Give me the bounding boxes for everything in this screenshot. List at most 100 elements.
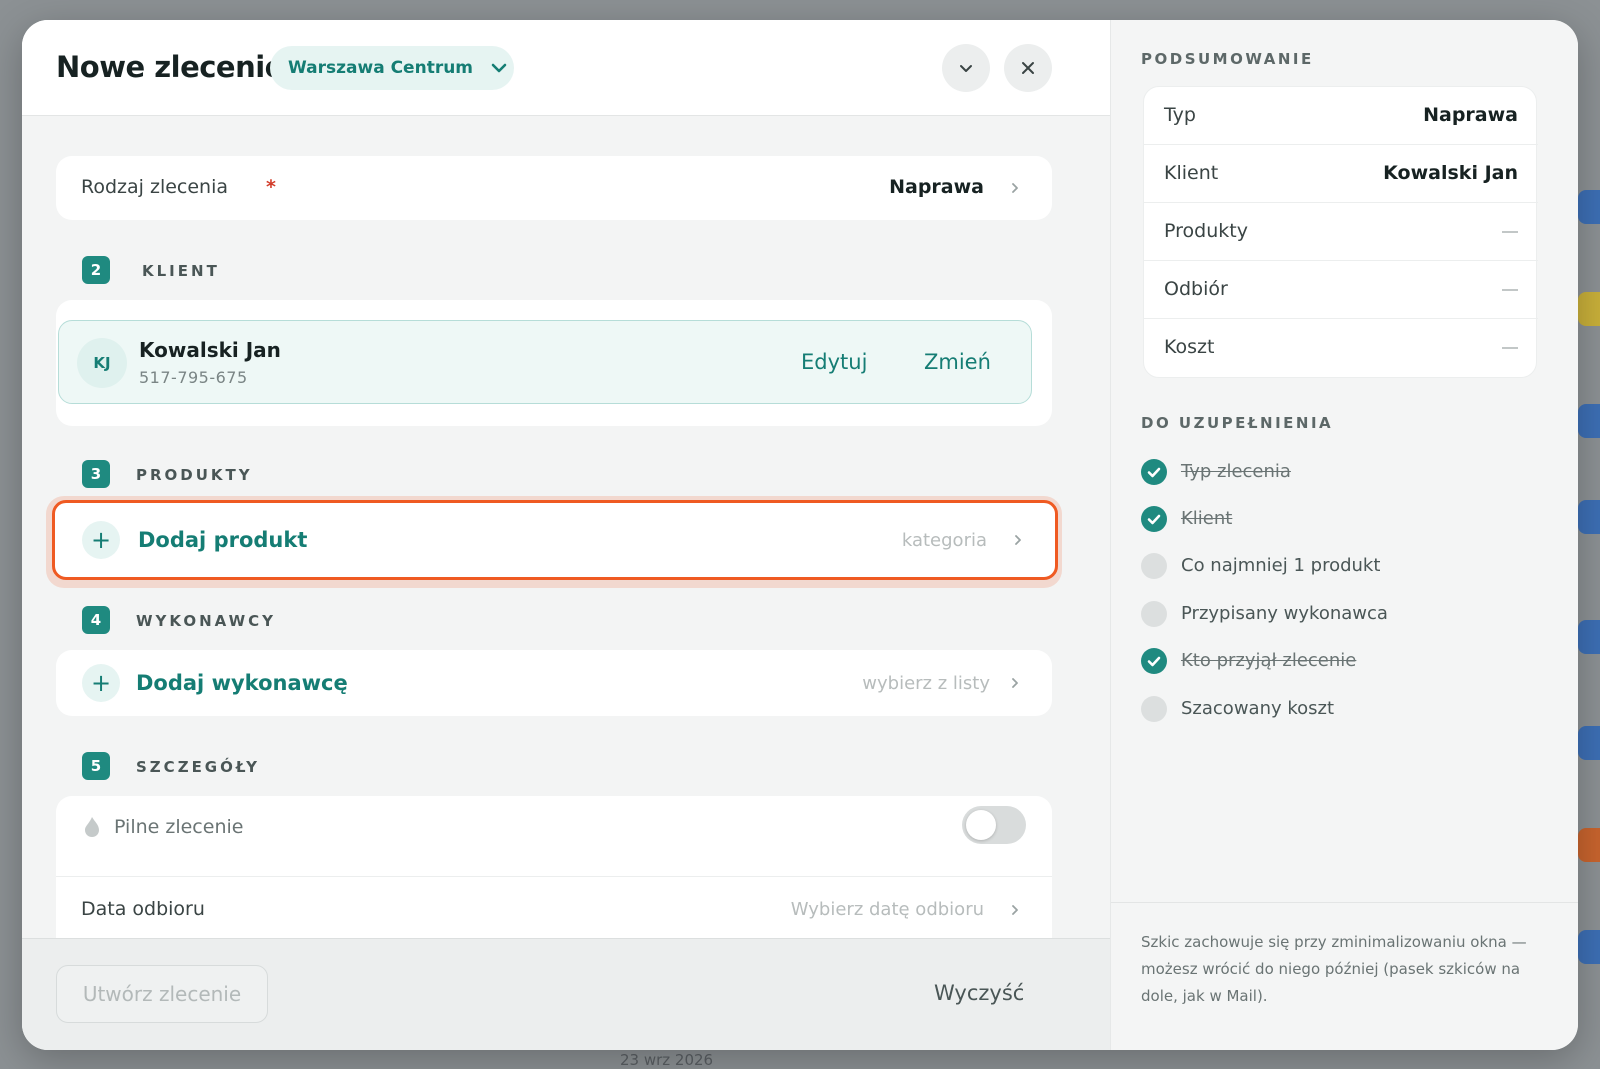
form-panel: Nowe zlecenie Warszawa Centrum Rodzaj zl… <box>22 20 1110 1050</box>
summary-label: Klient <box>1164 162 1219 184</box>
checklist-item: Przypisany wykonawca <box>1141 601 1541 629</box>
pickup-date-label: Data odbioru <box>81 898 205 920</box>
section-title-details: SZCZEGÓŁY <box>136 758 261 776</box>
modal-header: Nowe zlecenie Warszawa Centrum <box>22 20 1110 116</box>
background-tab <box>1578 190 1600 224</box>
summary-row: Koszt <box>1144 319 1538 377</box>
plus-icon: + <box>82 521 120 559</box>
avatar: KJ <box>77 338 127 388</box>
background-tab <box>1578 828 1600 862</box>
urgent-label: Pilne zlecenie <box>114 816 244 838</box>
checklist-label: Klient <box>1181 508 1233 529</box>
section-number-details: 5 <box>82 752 110 780</box>
empty-value-dash <box>1502 347 1518 349</box>
create-order-button[interactable]: Utwórz zlecenie <box>56 965 268 1023</box>
client-name: Kowalski Jan <box>139 338 281 362</box>
summary-heading: PODSUMOWANIE <box>1141 50 1314 68</box>
close-icon <box>1022 62 1034 74</box>
checklist-item: Kto przyjął zlecenie <box>1141 648 1541 676</box>
draft-note: Szkic zachowuje się przy zminimalizowani… <box>1141 933 1527 1005</box>
checklist-item: Typ zlecenia <box>1141 459 1541 487</box>
section-title-products: PRODUKTY <box>136 466 253 484</box>
divider <box>56 876 1052 877</box>
form-scroll-area[interactable]: Rodzaj zlecenia * Naprawa 2 KLIENT KJ Ko… <box>22 116 1110 938</box>
section-number-products: 3 <box>82 460 110 488</box>
check-icon <box>1141 506 1167 532</box>
background-tab <box>1578 404 1600 438</box>
add-contractor-button[interactable]: + Dodaj wykonawcę wybierz z listy <box>56 650 1052 716</box>
checklist-heading: DO UZUPEŁNIENIA <box>1141 414 1334 432</box>
urgent-toggle[interactable] <box>962 806 1026 844</box>
summary-value: Naprawa <box>1423 104 1518 126</box>
checklist-label: Co najmniej 1 produkt <box>1181 555 1381 576</box>
checklist-item: Klient <box>1141 506 1541 534</box>
pending-circle-icon <box>1141 553 1167 579</box>
background-tab <box>1578 726 1600 760</box>
checklist-label: Typ zlecenia <box>1181 461 1291 482</box>
chevron-right-icon <box>1012 678 1018 688</box>
summary-label: Produkty <box>1164 220 1248 242</box>
pickup-date-placeholder[interactable]: Wybierz datę odbioru <box>791 899 984 920</box>
summary-row: Klient Kowalski Jan <box>1144 145 1538 203</box>
summary-panel: PODSUMOWANIE Typ Naprawa Klient Kowalski… <box>1110 20 1578 1050</box>
client-phone: 517-795-675 <box>139 368 248 387</box>
check-icon <box>1141 648 1167 674</box>
required-mark: * <box>266 176 276 198</box>
new-order-modal: Nowe zlecenie Warszawa Centrum Rodzaj zl… <box>22 20 1578 1050</box>
change-client-button[interactable]: Zmień <box>924 350 991 374</box>
checklist-label: Przypisany wykonawca <box>1181 603 1388 624</box>
close-button[interactable] <box>1004 44 1052 92</box>
branch-label: Warszawa Centrum <box>288 58 474 78</box>
pending-circle-icon <box>1141 696 1167 722</box>
summary-value: Kowalski Jan <box>1383 162 1518 184</box>
modal-title: Nowe zlecenie <box>56 50 284 84</box>
chevron-right-icon <box>1012 183 1018 193</box>
checklist-item: Co najmniej 1 produkt <box>1141 553 1541 581</box>
flame-icon <box>85 817 99 837</box>
branch-select[interactable]: Warszawa Centrum <box>270 46 514 90</box>
add-contractor-hint: wybierz z listy <box>862 673 990 694</box>
add-product-label: Dodaj produkt <box>138 528 308 552</box>
order-type-row[interactable]: Rodzaj zlecenia * Naprawa <box>56 156 1052 220</box>
minimize-button[interactable] <box>942 44 990 92</box>
background-tab <box>1578 500 1600 534</box>
toggle-knob <box>966 810 996 840</box>
chevron-down-icon <box>960 65 972 72</box>
background-tab <box>1578 930 1600 964</box>
add-product-hint: kategoria <box>901 530 987 551</box>
plus-icon: + <box>82 664 120 702</box>
empty-value-dash <box>1502 231 1518 233</box>
modal-footer: Utwórz zlecenie Wyczyść <box>22 938 1110 1050</box>
check-icon <box>1141 459 1167 485</box>
summary-label: Odbiór <box>1164 278 1228 300</box>
details-card: Pilne zlecenie Data odbioru Wybierz datę… <box>56 796 1052 938</box>
section-title-client: KLIENT <box>142 262 220 280</box>
add-contractor-label: Dodaj wykonawcę <box>136 671 348 695</box>
add-product-button[interactable]: + Dodaj produkt kategoria <box>52 500 1058 580</box>
section-number-contractors: 4 <box>82 606 110 634</box>
summary-row: Typ Naprawa <box>1144 87 1538 145</box>
section-title-contractors: WYKONAWCY <box>136 612 277 630</box>
background-tab <box>1578 620 1600 654</box>
chevron-right-icon <box>1012 905 1018 915</box>
order-type-value: Naprawa <box>889 176 984 198</box>
empty-value-dash <box>1502 289 1518 291</box>
order-type-label: Rodzaj zlecenia <box>81 176 229 198</box>
checklist-label: Kto przyjął zlecenie <box>1181 650 1357 671</box>
chevron-down-icon <box>491 63 507 73</box>
summary-row: Odbiór <box>1144 261 1538 319</box>
section-number-client: 2 <box>82 256 110 284</box>
edit-client-button[interactable]: Edytuj <box>801 350 867 374</box>
checklist-item: Szacowany koszt <box>1141 696 1541 724</box>
checklist-label: Szacowany koszt <box>1181 698 1335 719</box>
summary-label: Koszt <box>1164 336 1215 358</box>
summary-card: Typ Naprawa Klient Kowalski Jan Produkty… <box>1143 86 1538 378</box>
selected-client: KJ Kowalski Jan 517-795-675 Edytuj Zmień <box>58 320 1032 404</box>
background-tab <box>1578 292 1600 326</box>
summary-row: Produkty <box>1144 203 1538 261</box>
draft-note-area: Szkic zachowuje się przy zminimalizowani… <box>1111 902 1578 1050</box>
clear-button[interactable]: Wyczyść <box>934 981 1024 1005</box>
chevron-right-icon <box>1015 535 1021 545</box>
pending-circle-icon <box>1141 601 1167 627</box>
summary-label: Typ <box>1164 104 1196 126</box>
